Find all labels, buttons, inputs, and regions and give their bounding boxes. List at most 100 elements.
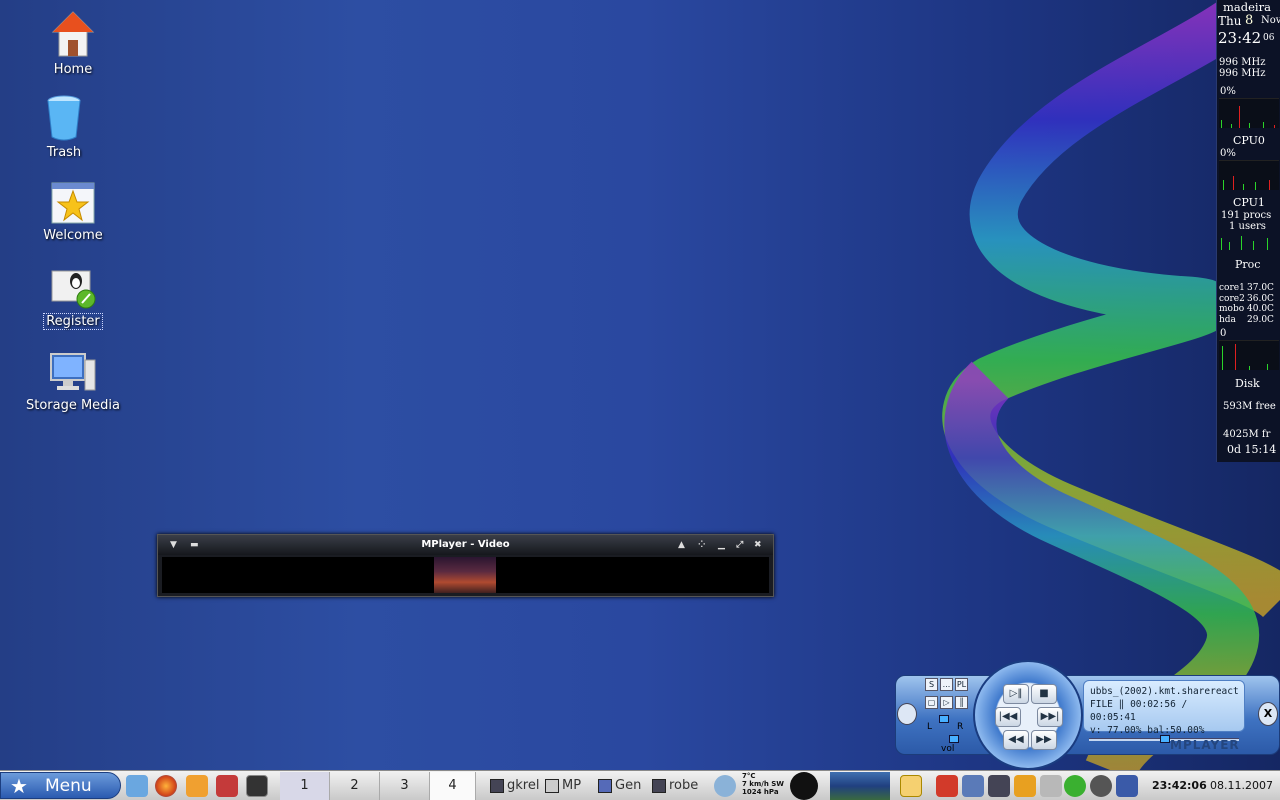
register-tux-icon — [51, 270, 96, 309]
volume-label: vol — [941, 744, 955, 754]
gk-disk-val: 0 — [1220, 328, 1227, 339]
gk-cpu0-pct: 0% — [1220, 148, 1236, 159]
gk-procs: 191 procs — [1221, 210, 1272, 221]
seek-handle[interactable] — [1160, 735, 1171, 743]
terminal-launcher-icon[interactable] — [246, 775, 268, 797]
desktop-icon-welcome[interactable]: Welcome — [23, 182, 123, 243]
desktop-pager-4[interactable]: 4 — [430, 772, 476, 800]
balance-left-label: L — [927, 722, 933, 732]
video-window-titlebar[interactable]: ▼ ▬ MPlayer - Video ▲ ⁘ ▁ ⤢ ✖ — [158, 535, 773, 555]
terminal-icon — [652, 778, 666, 793]
desktop-pager-1[interactable]: 1 — [280, 772, 330, 800]
check-icon[interactable] — [1064, 775, 1086, 797]
desktop-icon-storage-media[interactable]: Storage Media — [23, 352, 123, 413]
task-robe[interactable]: robe — [652, 776, 704, 796]
skin-button[interactable]: S — [925, 678, 938, 691]
mplayer-display: ubbs_(2002).kmt.sharereact FILE ‖ 00:02:… — [1083, 680, 1245, 736]
file-label: FILE — [1090, 699, 1113, 710]
window-shade-icon[interactable]: ▬ — [190, 535, 199, 555]
gk-cpu-graph — [1219, 98, 1279, 128]
moon-phase-icon[interactable] — [790, 772, 818, 800]
kde-icon[interactable] — [1090, 775, 1112, 797]
task-gkrellm[interactable]: gkrel — [490, 776, 540, 796]
gk-free1: 593M free — [1223, 401, 1276, 412]
equalizer-button[interactable]: ║ — [955, 696, 968, 709]
window-raise-icon[interactable]: ▲ — [678, 535, 685, 555]
volume-readout: v: 77.00% — [1090, 725, 1142, 736]
mplayer-video-window[interactable]: ▼ ▬ MPlayer - Video ▲ ⁘ ▁ ⤢ ✖ — [157, 534, 774, 597]
gk-time: 23:42 — [1218, 29, 1262, 47]
mplayer-close-button[interactable]: X — [1258, 702, 1278, 726]
mplayer-icon — [545, 778, 559, 793]
gk-cpu0-label: CPU0 — [1233, 134, 1265, 147]
play-small-button[interactable]: ▷ — [940, 696, 953, 709]
video-area[interactable] — [162, 557, 769, 593]
fullscreen-button[interactable]: ▢ — [925, 696, 938, 709]
taskbar-clock[interactable]: 23:42:06 — [1152, 779, 1207, 792]
balance-right-label: R — [957, 722, 964, 732]
desktop-icon-register[interactable]: Register — [23, 267, 123, 330]
next-track-button[interactable]: ▶▶| — [1037, 707, 1063, 727]
mplayer-control-panel[interactable]: S ... PL ▢ ▷ ║ L R vol ▷‖ ■ |◀◀ ▶▶| ◀◀ ▶… — [895, 660, 1280, 770]
control-center-launcher-icon[interactable] — [216, 775, 238, 797]
gk-proc-label: Proc — [1235, 258, 1261, 271]
file-manager-launcher-icon[interactable] — [126, 775, 148, 797]
tools-icon[interactable] — [1040, 775, 1062, 797]
playlist-button[interactable]: PL — [955, 678, 968, 691]
start-menu-button[interactable]: ★ Menu — [0, 772, 121, 799]
balance-readout: bal:50.00% — [1147, 725, 1205, 736]
desktop-pager-3[interactable]: 3 — [380, 772, 430, 800]
mplayer-preferences-icon[interactable] — [897, 703, 917, 725]
app-icon — [598, 778, 612, 793]
rewind-button[interactable]: ◀◀ — [1003, 730, 1029, 750]
trash-icon — [47, 95, 81, 141]
gkrellm-icon — [490, 778, 504, 793]
desktop-icon-trash[interactable]: Trash — [14, 95, 114, 160]
forward-button[interactable]: ▶▶ — [1031, 730, 1057, 750]
mplayer-brand: MPLAYER — [1170, 738, 1240, 752]
gk-cpu1-label: CPU1 — [1233, 196, 1265, 209]
stop-button[interactable]: ■ — [1031, 684, 1057, 704]
window-menu-icon[interactable]: ▼ — [170, 535, 177, 555]
weather-icon[interactable] — [714, 775, 736, 797]
speaker-icon[interactable] — [962, 775, 984, 797]
gk-uptime: 0d 15:14 — [1227, 443, 1277, 456]
office-launcher-icon[interactable] — [186, 775, 208, 797]
weather-readout: 7°C 7 km/h SW 1024 hPa — [742, 772, 784, 796]
maximize-icon[interactable]: ⤢ — [736, 535, 743, 555]
balance-slider[interactable] — [939, 715, 949, 723]
taskbar-date[interactable]: 08.11.2007 — [1210, 779, 1273, 792]
firefox-launcher-icon[interactable] — [155, 775, 177, 797]
gk-freq2: 996 MHz — [1219, 68, 1266, 79]
desktop-pager-2[interactable]: 2 — [330, 772, 380, 800]
world-map-applet[interactable] — [830, 772, 890, 800]
track-filename: ubbs_(2002).kmt.sharereact — [1090, 686, 1239, 697]
open-file-button[interactable]: ... — [940, 678, 953, 691]
desktop-icon-home[interactable]: Home — [23, 10, 123, 77]
gk-proc-graph — [1219, 222, 1279, 250]
desktop-icon-label: Welcome — [43, 228, 103, 243]
gk-cpu0-graph — [1219, 160, 1279, 190]
update-notifier-icon[interactable] — [1014, 775, 1036, 797]
taskbar: ★ Menu 1 2 3 4 gkrel MP Gen robe 7°C 7 km… — [0, 770, 1280, 800]
task-mplayer[interactable]: MP — [545, 776, 595, 796]
network-icon[interactable] — [988, 775, 1010, 797]
close-icon[interactable]: ✖ — [754, 535, 762, 555]
gk-sensor-values: 37.0C 36.0C 40.0C 29.0C — [1247, 283, 1274, 325]
storage-media-icon — [50, 353, 96, 391]
gk-seconds: 06 — [1263, 33, 1275, 43]
klipper-icon[interactable] — [900, 775, 922, 797]
kmix-tray-icon[interactable] — [936, 775, 958, 797]
play-pause-button[interactable]: ▷‖ — [1003, 684, 1029, 704]
welcome-star-icon — [51, 182, 95, 224]
track-time-row: FILE ‖ 00:02:56 / 00:05:41 — [1090, 699, 1188, 723]
desktop-icon-label: Storage Media — [25, 398, 121, 413]
desktop-icon-label: Register — [43, 313, 103, 330]
video-frame — [434, 557, 496, 593]
task-generic[interactable]: Gen — [598, 776, 648, 796]
minimize-icon[interactable]: ▁ — [718, 535, 725, 555]
volume-slider[interactable] — [949, 735, 959, 743]
window-move-icon[interactable]: ⁘ — [698, 535, 706, 555]
prev-track-button[interactable]: |◀◀ — [995, 707, 1021, 727]
display-icon[interactable] — [1116, 775, 1138, 797]
